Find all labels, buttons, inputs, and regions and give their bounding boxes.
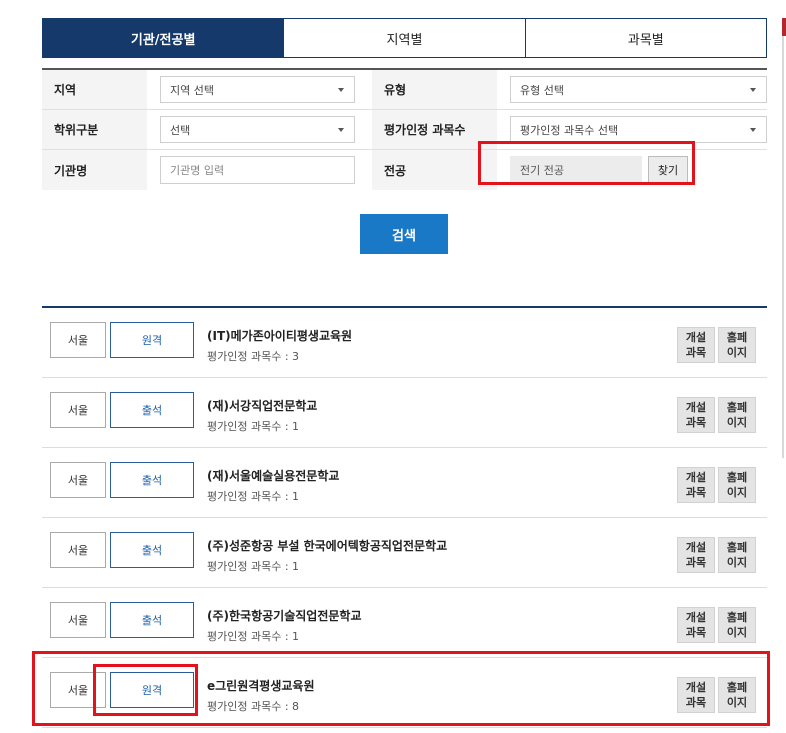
- open-subjects-button[interactable]: 개설 과목: [677, 537, 715, 573]
- credit-count-select-value: 평가인정 과목수 선택: [520, 123, 619, 137]
- homepage-button[interactable]: 홈페 이지: [718, 537, 756, 573]
- mode-tag-button[interactable]: 출석: [110, 602, 194, 638]
- credit-count-text: 평가인정 과목수 : 1: [207, 420, 300, 433]
- institution-name-link[interactable]: (IT)메가존아이티평생교육원: [207, 327, 352, 344]
- type-select-value: 유형 선택: [520, 83, 564, 97]
- open-subjects-button[interactable]: 개설 과목: [677, 607, 715, 643]
- degree-select[interactable]: 선택: [160, 116, 355, 143]
- region-tag-button[interactable]: 서울: [50, 532, 106, 568]
- credit-count-text: 평가인정 과목수 : 1: [207, 560, 300, 573]
- search-tabs: 기관/전공별 지역별 과목별: [42, 18, 767, 58]
- caret-down-icon: [750, 88, 756, 92]
- tab-subject[interactable]: 과목별: [524, 19, 766, 57]
- region-label: 지역: [42, 70, 147, 109]
- open-subjects-button[interactable]: 개설 과목: [677, 467, 715, 503]
- mode-tag-button[interactable]: 원격: [110, 322, 194, 358]
- institution-name-link[interactable]: (재)서울예술실용전문학교: [207, 467, 339, 484]
- right-edge-mark: [782, 18, 786, 36]
- region-tag-button[interactable]: 서울: [50, 392, 106, 428]
- list-item: 서울 원격 (IT)메가존아이티평생교육원 평가인정 과목수 : 3 개설 과목 …: [42, 308, 767, 378]
- region-tag-button[interactable]: 서울: [50, 602, 106, 638]
- institution-name-link[interactable]: (주)한국항공기술직업전문학교: [207, 607, 362, 624]
- list-item: 서울 출석 (재)서강직업전문학교 평가인정 과목수 : 1 개설 과목 홈페 이지: [42, 378, 767, 448]
- institution-label: 기관명: [42, 150, 147, 190]
- homepage-button[interactable]: 홈페 이지: [718, 397, 756, 433]
- list-item: 서울 출석 (재)서울예술실용전문학교 평가인정 과목수 : 1 개설 과목 홈페…: [42, 448, 767, 518]
- list-item: 서울 출석 (주)성준항공 부설 한국에어텍항공직업전문학교 평가인정 과목수 …: [42, 518, 767, 588]
- region-tag-button[interactable]: 서울: [50, 322, 106, 358]
- institution-name-link[interactable]: (재)서강직업전문학교: [207, 397, 317, 414]
- institution-name-link[interactable]: (주)성준항공 부설 한국에어텍항공직업전문학교: [207, 537, 447, 554]
- mode-tag-button[interactable]: 출석: [110, 532, 194, 568]
- type-cell: 유형 선택: [497, 70, 767, 109]
- homepage-button[interactable]: 홈페 이지: [718, 607, 756, 643]
- mode-tag-button[interactable]: 출석: [110, 392, 194, 428]
- credit-count-select[interactable]: 평가인정 과목수 선택: [510, 116, 767, 143]
- filter-row: 지역 지역 선택 유형 유형 선택: [42, 70, 767, 110]
- credit-count-text: 평가인정 과목수 : 1: [207, 490, 300, 503]
- degree-select-value: 선택: [170, 123, 191, 137]
- open-subjects-button[interactable]: 개설 과목: [677, 397, 715, 433]
- tab-region[interactable]: 지역별: [283, 19, 525, 57]
- caret-down-icon: [338, 88, 344, 92]
- homepage-button[interactable]: 홈페 이지: [718, 467, 756, 503]
- region-select-value: 지역 선택: [170, 83, 214, 97]
- institution-input[interactable]: 기관명 입력: [160, 156, 355, 184]
- tab-institution-major[interactable]: 기관/전공별: [43, 19, 284, 57]
- homepage-button[interactable]: 홈페 이지: [718, 327, 756, 363]
- degree-label: 학위구분: [42, 110, 147, 149]
- credit-count-text: 평가인정 과목수 : 3: [207, 350, 300, 363]
- credit-count-text: 평가인정 과목수 : 1: [207, 630, 300, 643]
- institution-cell: 기관명 입력: [147, 150, 372, 190]
- type-label: 유형: [372, 70, 497, 109]
- caret-down-icon: [338, 128, 344, 132]
- caret-down-icon: [750, 128, 756, 132]
- search-button[interactable]: 검색: [360, 214, 448, 254]
- highlight-major-box: [478, 141, 695, 185]
- type-select[interactable]: 유형 선택: [510, 76, 767, 103]
- right-divider: [782, 18, 784, 458]
- region-cell: 지역 선택: [147, 70, 372, 109]
- open-subjects-button[interactable]: 개설 과목: [677, 327, 715, 363]
- region-tag-button[interactable]: 서울: [50, 462, 106, 498]
- mode-tag-button[interactable]: 출석: [110, 462, 194, 498]
- degree-cell: 선택: [147, 110, 372, 149]
- list-item: 서울 출석 (주)한국항공기술직업전문학교 평가인정 과목수 : 1 개설 과목 …: [42, 588, 767, 658]
- highlight-mode-box: [93, 664, 198, 716]
- region-select[interactable]: 지역 선택: [160, 76, 355, 103]
